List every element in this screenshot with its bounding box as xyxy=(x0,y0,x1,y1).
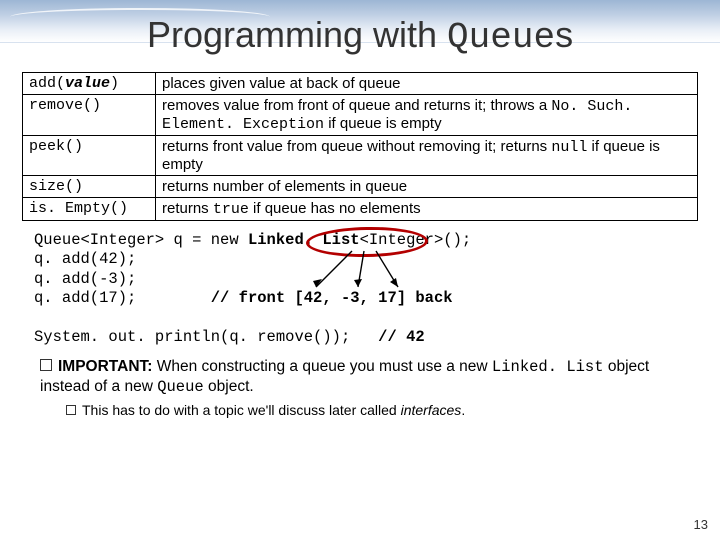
table-row: remove() removes value from front of que… xyxy=(23,95,698,136)
note-label: IMPORTANT: xyxy=(58,358,152,375)
desc-cell: places given value at back of queue xyxy=(156,73,698,95)
api-table: add(value) places given value at back of… xyxy=(22,72,698,221)
desc-cell: returns true if queue has no elements xyxy=(156,198,698,221)
method-cell: size() xyxy=(23,176,156,198)
title-text-pre: Programming with xyxy=(147,14,447,55)
important-note: IMPORTANT: When constructing a queue you… xyxy=(40,357,698,397)
table-row: peek() returns front value from queue wi… xyxy=(23,136,698,176)
title-code: Queue xyxy=(447,17,555,58)
code-example: Queue<Integer> q = new Linked. List<Inte… xyxy=(34,231,698,347)
title-text-post: s xyxy=(555,14,573,55)
method-cell: is. Empty() xyxy=(23,198,156,221)
method-cell: peek() xyxy=(23,136,156,176)
table-row: size() returns number of elements in que… xyxy=(23,176,698,198)
arrows-annotation xyxy=(344,251,404,291)
slide-content: add(value) places given value at back of… xyxy=(22,72,698,418)
method-cell: add(value) xyxy=(23,73,156,95)
table-row: add(value) places given value at back of… xyxy=(23,73,698,95)
method-cell: remove() xyxy=(23,95,156,136)
desc-cell: removes value from front of queue and re… xyxy=(156,95,698,136)
desc-cell: returns front value from queue without r… xyxy=(156,136,698,176)
bullet-square-icon xyxy=(40,359,52,371)
page-number: 13 xyxy=(694,517,708,532)
important-subnote: This has to do with a topic we'll discus… xyxy=(66,402,698,418)
slide-title: Programming with Queues xyxy=(0,14,720,58)
desc-cell: returns number of elements in queue xyxy=(156,176,698,198)
bullet-square-icon xyxy=(66,405,76,415)
table-row: is. Empty() returns true if queue has no… xyxy=(23,198,698,221)
